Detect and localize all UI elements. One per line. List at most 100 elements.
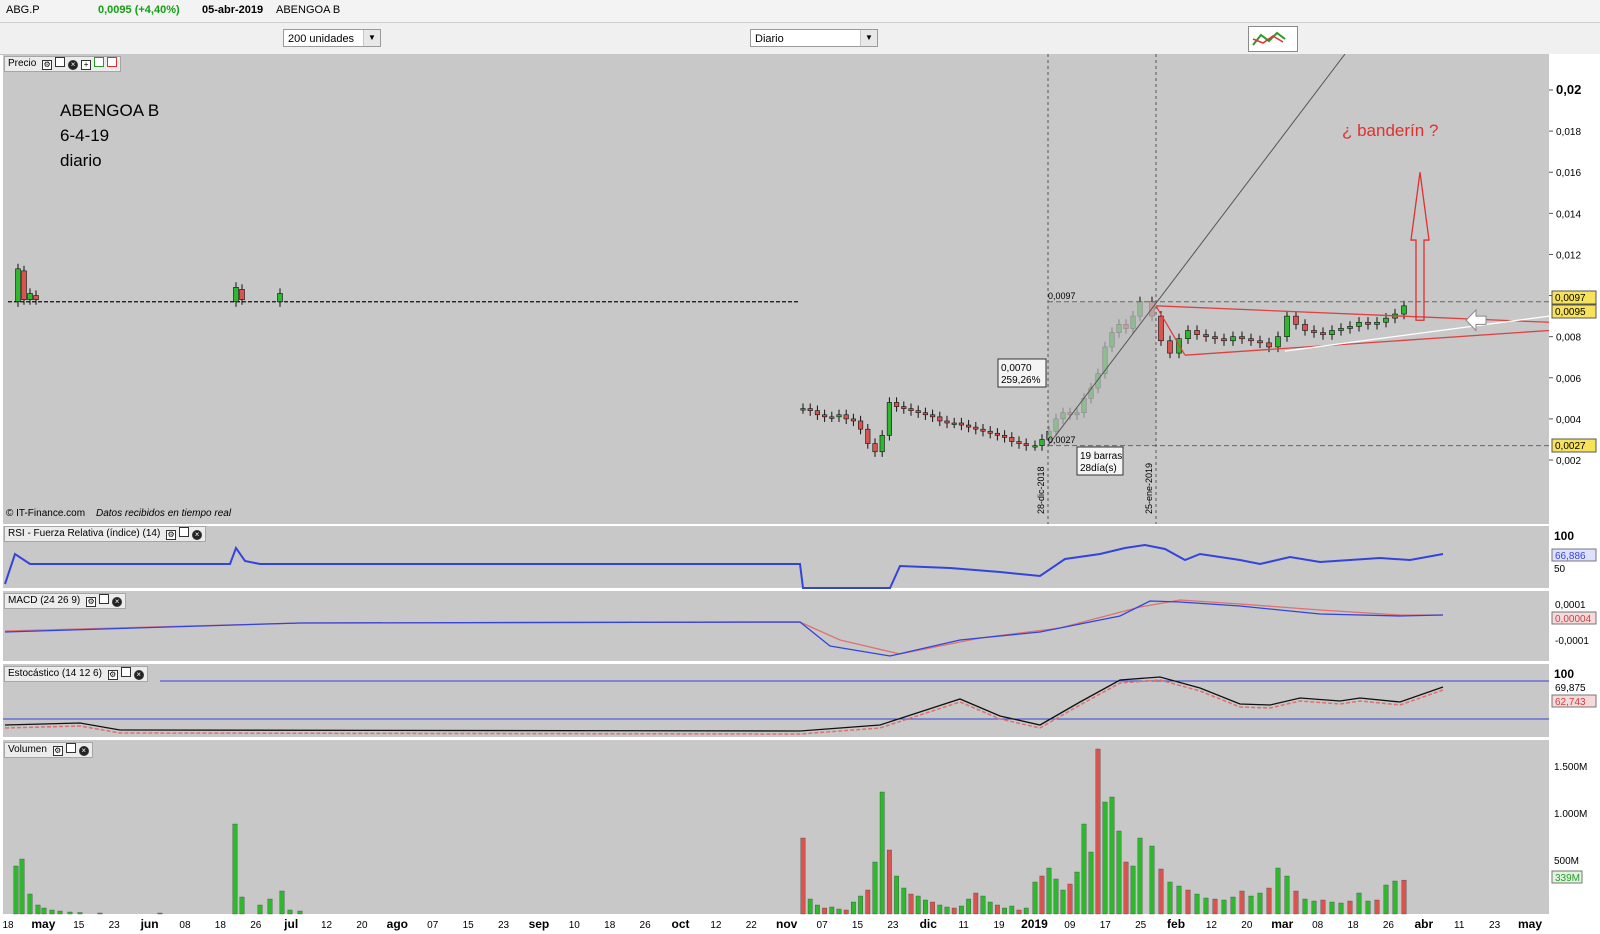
candle-body [1383, 317, 1389, 323]
stoch-panel-header[interactable]: Estocástico (14 12 6) ⚙ × [4, 666, 148, 682]
wrench-icon[interactable]: ⚙ [86, 597, 97, 607]
stoch-panel[interactable] [3, 664, 1549, 737]
lo-price-label: 0,0027 [1555, 441, 1586, 452]
candle-body [21, 270, 27, 300]
volume-bar [239, 896, 245, 915]
candle-body [1185, 330, 1191, 340]
units-select[interactable]: 200 unidades ▼ [283, 29, 381, 47]
x-tick-label: 07 [817, 920, 829, 931]
volume-bar [1365, 900, 1371, 915]
volume-bar [287, 909, 293, 915]
close-icon[interactable]: × [68, 60, 79, 70]
x-tick-label: 26 [1383, 920, 1395, 931]
rsi-panel[interactable] [3, 526, 1549, 588]
candle-body [1167, 340, 1173, 354]
x-tick-label: may [31, 917, 55, 931]
candle-body [944, 420, 950, 424]
volume-panel-title: Volumen [8, 744, 47, 755]
volume-bar [887, 849, 892, 915]
volume-bar [1109, 796, 1115, 915]
x-tick-label: 10 [569, 920, 581, 931]
x-tick-label: jul [283, 917, 298, 931]
wrench-icon[interactable]: ⚙ [52, 746, 63, 756]
lo-level-label: 0,0027 [1048, 435, 1076, 445]
x-tick-label: 15 [463, 920, 475, 931]
window-icon[interactable] [179, 527, 190, 537]
chevron-down-icon[interactable]: ▼ [860, 30, 877, 46]
annotation-title-3: diario [60, 151, 102, 170]
close-icon[interactable]: × [192, 530, 203, 540]
candle-body [1365, 321, 1371, 325]
volume-bar [1016, 909, 1022, 915]
candle-body [915, 410, 921, 414]
x-tick-label: nov [776, 917, 798, 931]
macd-tick-1: 0,0001 [1555, 600, 1586, 611]
chevron-down-icon[interactable]: ▼ [363, 30, 380, 46]
x-axis [3, 914, 1600, 934]
x-tick-label: 08 [179, 920, 191, 931]
units-select-value: 200 unidades [288, 33, 355, 45]
volume-panel-header[interactable]: Volumen ⚙ × [4, 742, 93, 758]
volume-bar [1347, 900, 1353, 915]
volume-bar [1203, 897, 1209, 915]
chart-area[interactable]: 0,020,0180,0160,0140,0120,0100,0080,0060… [0, 54, 1600, 934]
add-icon[interactable]: + [81, 60, 92, 70]
date-right-label: 25-ene-2019 [1144, 463, 1154, 514]
candle-body [829, 416, 835, 419]
x-tick-label: 2019 [1021, 917, 1048, 931]
wrench-icon[interactable]: ⚙ [107, 670, 118, 680]
volume-bar [1060, 889, 1066, 915]
candle-body [1293, 315, 1299, 325]
volume-bar [1212, 898, 1218, 915]
volume-bar [944, 906, 950, 915]
candle-body [1347, 326, 1353, 329]
price-panel-title: Precio [8, 58, 37, 69]
candle-body [1329, 330, 1335, 335]
symbol-label[interactable]: ABG.P [6, 4, 40, 16]
candle-body [1356, 321, 1362, 327]
rsi-panel-header[interactable]: RSI - Fuerza Relativa (índice) (14) ⚙ × [4, 526, 207, 542]
wrench-icon[interactable]: ⚙ [166, 530, 177, 540]
window-icon[interactable] [65, 743, 76, 753]
period-select[interactable]: Diario ▼ [750, 29, 878, 47]
volume-bar [1081, 823, 1087, 915]
macd-panel-header[interactable]: MACD (24 26 9) ⚙ × [4, 593, 127, 609]
macd-value: 0,00004 [1555, 614, 1592, 625]
x-tick-label: 23 [498, 920, 510, 931]
macd-panel[interactable] [3, 591, 1549, 661]
price-panel-header[interactable]: Precio ⚙ × + [4, 56, 122, 72]
x-tick-label: 18 [604, 920, 616, 931]
volume-bar [865, 889, 871, 915]
candle-body [894, 402, 900, 407]
window-icon[interactable] [55, 57, 66, 67]
realtime-note: Datos recibidos en tiempo real [96, 508, 232, 519]
candle-body [822, 414, 828, 418]
candle-body [901, 406, 907, 409]
volume-bar [1257, 892, 1263, 915]
candle-body [865, 428, 871, 444]
candle-body [1016, 441, 1022, 444]
close-icon[interactable]: × [133, 670, 144, 680]
remove-icon[interactable] [107, 57, 118, 67]
x-tick-label: 09 [1064, 920, 1076, 931]
window-icon[interactable] [120, 667, 131, 677]
export-icon[interactable] [94, 57, 105, 67]
x-tick-label: ago [387, 917, 408, 931]
close-icon[interactable]: × [78, 746, 89, 756]
period-select-value: Diario [755, 33, 784, 45]
close-icon[interactable]: × [112, 597, 123, 607]
chart-type-button[interactable] [1248, 26, 1298, 52]
candle-body [858, 420, 864, 430]
volume-bar [1392, 880, 1398, 915]
volume-bar [1275, 867, 1281, 915]
volume-bar [829, 906, 835, 915]
volume-bar [1046, 867, 1052, 915]
volume-bar [1320, 899, 1326, 915]
x-tick-label: 18 [215, 920, 227, 931]
wrench-icon[interactable]: ⚙ [42, 60, 53, 70]
x-tick-label: 11 [958, 920, 969, 931]
window-icon[interactable] [99, 594, 110, 604]
volume-bar [1002, 907, 1007, 915]
candle-body [879, 435, 885, 453]
candle-body [27, 293, 33, 300]
